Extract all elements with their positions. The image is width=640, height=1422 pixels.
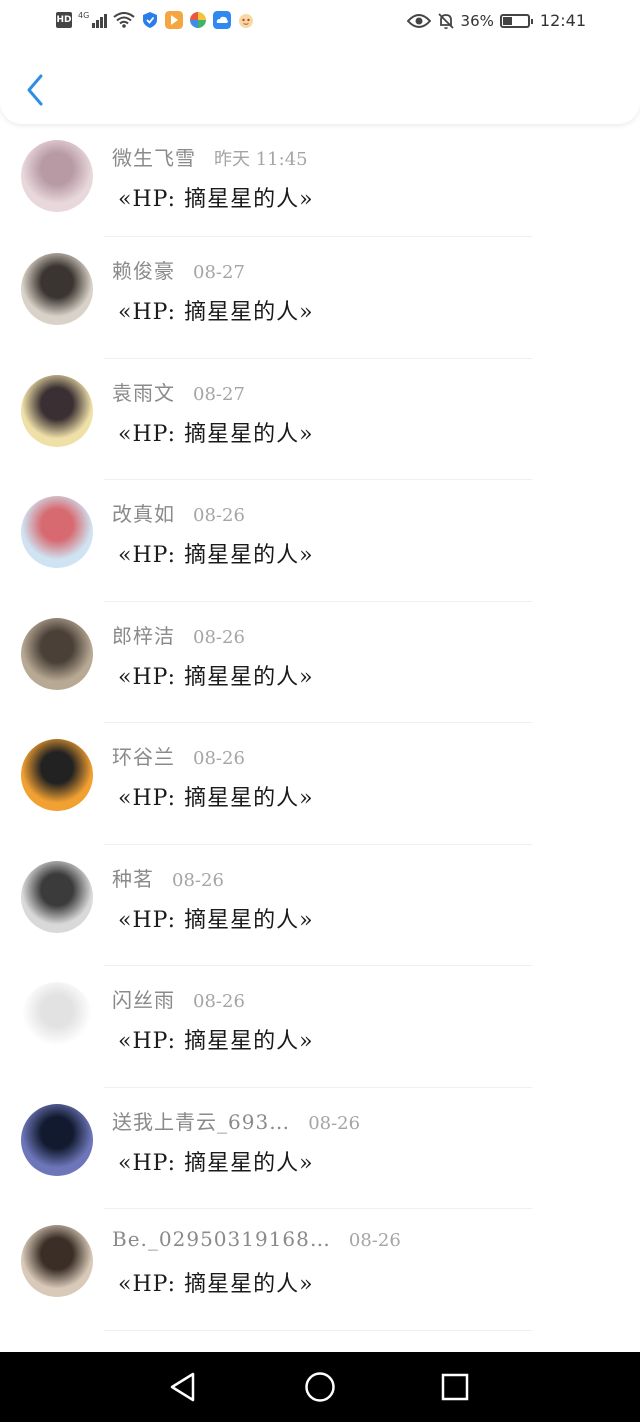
item-meta: 送我上青云_693… 08-26 [112, 1106, 360, 1135]
network-type: 4G [78, 10, 90, 20]
message-text: «HP: 摘星星的人» [118, 1272, 314, 1297]
status-bar: HD 4G 36% 12:41 [0, 0, 640, 44]
status-right: 36% 12:41 [406, 11, 586, 30]
user-name[interactable]: 微生飞雪 [112, 142, 196, 171]
message-text: «HP: 摘星星的人» [118, 543, 314, 568]
avatar[interactable] [21, 1103, 93, 1176]
play-app-icon [165, 11, 184, 29]
header-card: HD 4G 36% 12:41 [0, 0, 640, 124]
item-meta: Be._02950319168… 08-26 [112, 1227, 401, 1251]
item-meta: 环谷兰 08-26 [112, 741, 245, 770]
avatar[interactable] [21, 739, 93, 811]
message-text: «HP: 摘星星的人» [118, 1150, 314, 1176]
user-name[interactable]: 袁雨文 [112, 377, 175, 406]
user-name[interactable]: 环谷兰 [112, 741, 175, 770]
list-item[interactable]: 袁雨文 08-27 «HP: 摘星星的人» [0, 359, 640, 480]
recents-square-icon[interactable] [437, 1369, 473, 1405]
eye-icon [406, 13, 431, 28]
message-time: 08-26 [172, 869, 224, 891]
item-meta: 赖俊豪 08-27 [112, 255, 245, 284]
message-time: 08-27 [193, 262, 245, 283]
cloud-app-icon [213, 11, 232, 29]
user-name[interactable]: Be._02950319168… [112, 1227, 331, 1251]
user-name[interactable]: 种茗 [112, 863, 154, 892]
item-meta: 袁雨文 08-27 [112, 377, 245, 406]
avatar[interactable] [21, 496, 93, 568]
list-item[interactable]: 送我上青云_693… 08-26 «HP: 摘星星的人» [0, 1088, 640, 1209]
avatar[interactable] [21, 374, 93, 447]
message-time: 08-26 [308, 1112, 361, 1134]
list-item[interactable]: 改真如 08-26 «HP: 摘星星的人» [0, 480, 640, 602]
list-item[interactable]: 郎梓洁 08-26 «HP: 摘星星的人» [0, 602, 640, 723]
item-meta: 闪丝雨 08-26 [112, 984, 245, 1013]
system-navbar [0, 1352, 640, 1422]
item-meta: 种茗 08-26 [112, 863, 224, 892]
message-text: «HP: 摘星星的人» [118, 1029, 314, 1054]
message-time: 08-26 [193, 505, 245, 526]
avatar[interactable] [21, 1225, 93, 1297]
user-name[interactable]: 郎梓洁 [112, 620, 175, 649]
battery-icon [499, 13, 533, 28]
message-list: 微生飞雪 昨天 11:45 «HP: 摘星星的人» 赖俊豪 08-27 «HP: 摘星星的… [0, 124, 640, 1331]
list-item[interactable]: 赖俊豪 08-27 «HP: 摘星星的人» [0, 237, 640, 359]
list-item[interactable]: Be._02950319168… 08-26 «HP: 摘星星的人» [0, 1209, 640, 1331]
avatar[interactable] [21, 860, 93, 933]
message-time: 08-26 [193, 991, 245, 1012]
message-text: «HP: 摘星星的人» [118, 786, 314, 811]
avatar[interactable] [21, 982, 93, 1054]
cat-app-icon [239, 14, 254, 28]
message-time: 昨天 11:45 [214, 149, 308, 170]
list-item[interactable]: 种茗 08-26 «HP: 摘星星的人» [0, 845, 640, 966]
bell-muted-icon [437, 12, 454, 29]
back-button[interactable] [18, 70, 52, 110]
item-meta: 微生飞雪 昨天 11:45 [112, 142, 308, 171]
avatar[interactable] [21, 617, 93, 690]
avatar[interactable] [21, 253, 93, 325]
message-text: «HP: 摘星星的人» [118, 421, 314, 447]
user-name[interactable]: 送我上青云_693… [112, 1106, 290, 1135]
message-time: 08-27 [193, 383, 245, 405]
message-text: «HP: 摘星星的人» [118, 187, 314, 212]
home-circle-icon[interactable] [302, 1369, 338, 1405]
user-name[interactable]: 闪丝雨 [112, 984, 175, 1013]
signal-icon [92, 12, 108, 28]
message-text: «HP: 摘星星的人» [118, 300, 314, 325]
item-meta: 郎梓洁 08-26 [112, 620, 245, 649]
shield-app-icon [143, 12, 158, 28]
list-item[interactable]: 环谷兰 08-26 «HP: 摘星星的人» [0, 723, 640, 845]
message-text: «HP: 摘星星的人» [118, 664, 314, 690]
user-name[interactable]: 改真如 [112, 498, 175, 527]
back-triangle-icon[interactable] [165, 1369, 201, 1405]
status-left: HD 4G [56, 11, 255, 29]
divider [104, 1329, 532, 1331]
message-time: 08-26 [193, 626, 245, 648]
clock: 12:41 [539, 11, 586, 30]
wifi-icon [113, 12, 135, 28]
chevron-left-icon [27, 74, 43, 106]
message-text: «HP: 摘星星的人» [118, 907, 314, 933]
user-name[interactable]: 赖俊豪 [112, 255, 175, 284]
avatar[interactable] [21, 140, 93, 212]
message-time: 08-26 [348, 1230, 401, 1251]
hd-icon: HD [56, 12, 72, 28]
list-item[interactable]: 闪丝雨 08-26 «HP: 摘星星的人» [0, 966, 640, 1088]
item-meta: 改真如 08-26 [112, 498, 245, 527]
list-item[interactable]: 微生飞雪 昨天 11:45 «HP: 摘星星的人» [0, 124, 640, 237]
pinwheel-app-icon [190, 12, 207, 28]
message-time: 08-26 [193, 748, 245, 769]
battery-percent: 36% [460, 11, 494, 30]
